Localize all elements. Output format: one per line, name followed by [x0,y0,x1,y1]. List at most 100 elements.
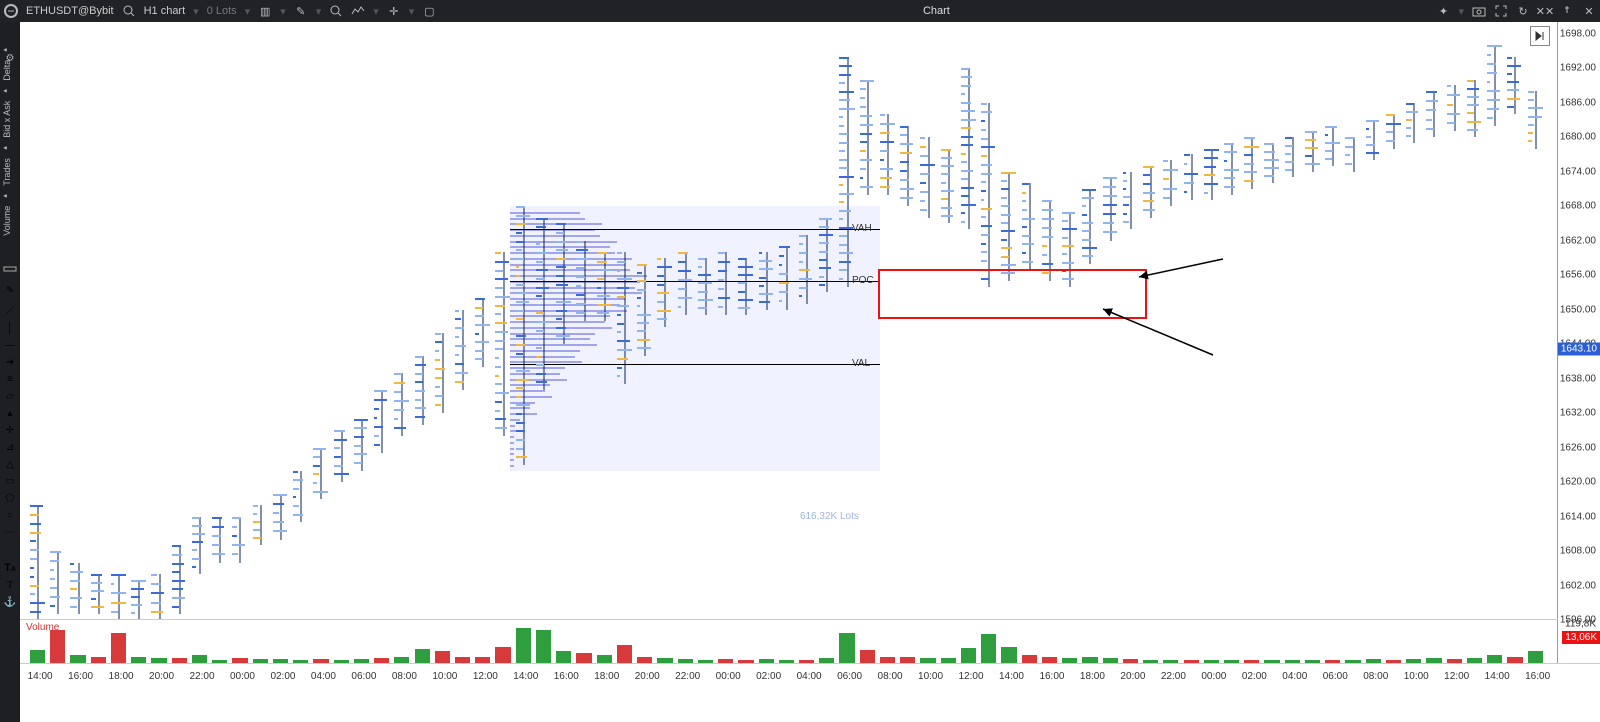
cluster-bar[interactable] [212,517,228,563]
price-plot[interactable]: VAHPOCVAL616,32K Lots [20,22,1558,664]
cluster-bar[interactable] [30,505,46,620]
time-axis[interactable]: 14:0016:0018:0020:0022:0000:0002:0004:00… [20,663,1600,694]
search-icon[interactable] [122,4,136,18]
cluster-bar[interactable] [1386,114,1402,149]
cluster-bar[interactable] [394,373,410,436]
volume-bar[interactable] [50,630,65,664]
cluster-bar[interactable] [981,103,997,287]
cluster-bar[interactable] [678,252,694,315]
cluster-bar[interactable] [1163,160,1179,206]
camera-icon[interactable] [1472,4,1486,18]
cluster-bar[interactable] [374,390,390,453]
cluster-bar[interactable] [920,137,936,218]
cluster-bar[interactable] [475,298,491,367]
cluster-bar[interactable] [91,574,107,614]
volume-bar[interactable] [981,634,996,664]
volume-bar[interactable] [839,633,854,664]
cluster-bar[interactable] [1285,137,1301,177]
volume-bar[interactable] [1001,647,1016,664]
cluster-bar[interactable] [819,218,835,293]
arrow-tool-icon[interactable]: ➔ [6,357,14,368]
cluster-bar[interactable] [1507,57,1523,115]
cluster-bar[interactable] [900,126,916,207]
cluster-bar[interactable] [637,264,653,356]
timeframe-label[interactable]: H1 chart [144,5,186,17]
cluster-bar[interactable] [1366,120,1382,160]
cluster-bar[interactable] [1244,137,1260,189]
cluster-bar[interactable] [617,252,633,384]
pin-icon[interactable] [1560,4,1574,18]
cluster-bar[interactable] [354,419,370,471]
text-tool-icon[interactable]: TA [4,562,16,574]
cluster-bar[interactable] [880,114,896,195]
cluster-bar[interactable] [536,218,552,391]
cluster-bar[interactable] [50,551,66,614]
volume-bar[interactable] [30,650,45,664]
chart-area[interactable]: VAHPOCVAL616,32K Lots 1698.001692.001686… [20,22,1600,664]
cluster-bar[interactable] [415,356,431,425]
cluster-bar[interactable] [1345,137,1361,172]
ruler-icon[interactable] [3,262,17,279]
volume-bar[interactable] [415,649,430,664]
cluster-bar[interactable] [111,574,127,620]
cluster-bar[interactable] [273,494,289,540]
cluster-bar[interactable] [759,252,775,310]
polygon-icon[interactable]: ⬠ [6,493,15,504]
cluster-bar[interactable] [698,258,714,316]
cluster-bar[interactable] [435,333,451,414]
rect-icon[interactable]: ▭ [5,476,14,487]
cluster-bar[interactable] [1528,91,1544,149]
cluster-bar[interactable] [293,471,309,523]
cluster-bar[interactable] [556,223,572,344]
cluster-bar[interactable] [1447,85,1463,131]
anchor-icon[interactable]: ⚓ [4,597,16,608]
vert-line-icon[interactable]: │ [7,323,13,334]
volume-pane[interactable]: Volume [20,619,1558,664]
cluster-bar[interactable] [657,258,673,327]
magic-icon[interactable]: ✦ [1436,4,1450,18]
cluster-bar[interactable] [1467,80,1483,138]
cluster-bar[interactable] [799,235,815,304]
close-icon[interactable]: ✕ [1582,4,1596,18]
volume-bar[interactable] [536,630,551,664]
cluster-bar[interactable] [1325,126,1341,166]
cluster-bar[interactable] [151,574,167,620]
fullscreen-icon[interactable] [1494,4,1508,18]
cluster-bar[interactable] [334,430,350,482]
pencil-icon[interactable]: ✎ [294,4,308,18]
cluster-bar[interactable] [860,80,876,195]
tools-icon[interactable]: ✕✕ [1538,4,1552,18]
cluster-bar[interactable] [253,505,269,545]
tab-delta[interactable]: Delta [2,60,12,81]
cluster-bar[interactable] [718,252,734,315]
tab-volume[interactable]: Volume [2,206,12,236]
cluster-bar[interactable] [1143,166,1159,218]
cluster-bar[interactable] [516,206,532,465]
layers-icon[interactable]: ▥ [258,4,272,18]
volume-bar[interactable] [111,633,126,664]
pointer-icon[interactable]: ▴ [7,408,12,419]
volume-bar[interactable] [860,650,875,664]
volume-bar[interactable] [961,648,976,664]
price-axis[interactable]: 1698.001692.001686.001680.001674.001668.… [1557,22,1600,664]
cluster-bar[interactable] [1264,143,1280,183]
cluster-bar[interactable] [1082,189,1098,264]
cluster-bar[interactable] [1022,183,1038,269]
circle-icon[interactable]: ○ [7,510,13,521]
cluster-bar[interactable] [131,580,147,620]
cluster-bar[interactable] [1204,149,1220,201]
cluster-bar[interactable] [70,563,86,615]
cluster-bar[interactable] [1224,143,1240,195]
cluster-bar[interactable] [232,517,248,563]
fib-icon[interactable]: ≡ [7,374,13,385]
lots-label[interactable]: 0 Lots [207,5,237,17]
cluster-bar[interactable] [313,448,329,500]
measure-icon[interactable]: ⊿ [6,442,14,453]
cluster-bar[interactable] [1305,131,1321,171]
cluster-bar[interactable] [576,241,592,322]
volume-bar[interactable] [516,628,531,664]
cluster-bar[interactable] [495,252,511,436]
cluster-bar[interactable] [1103,177,1119,240]
trend-icon[interactable]: ／ [5,302,15,317]
cluster-bar[interactable] [1001,172,1017,281]
